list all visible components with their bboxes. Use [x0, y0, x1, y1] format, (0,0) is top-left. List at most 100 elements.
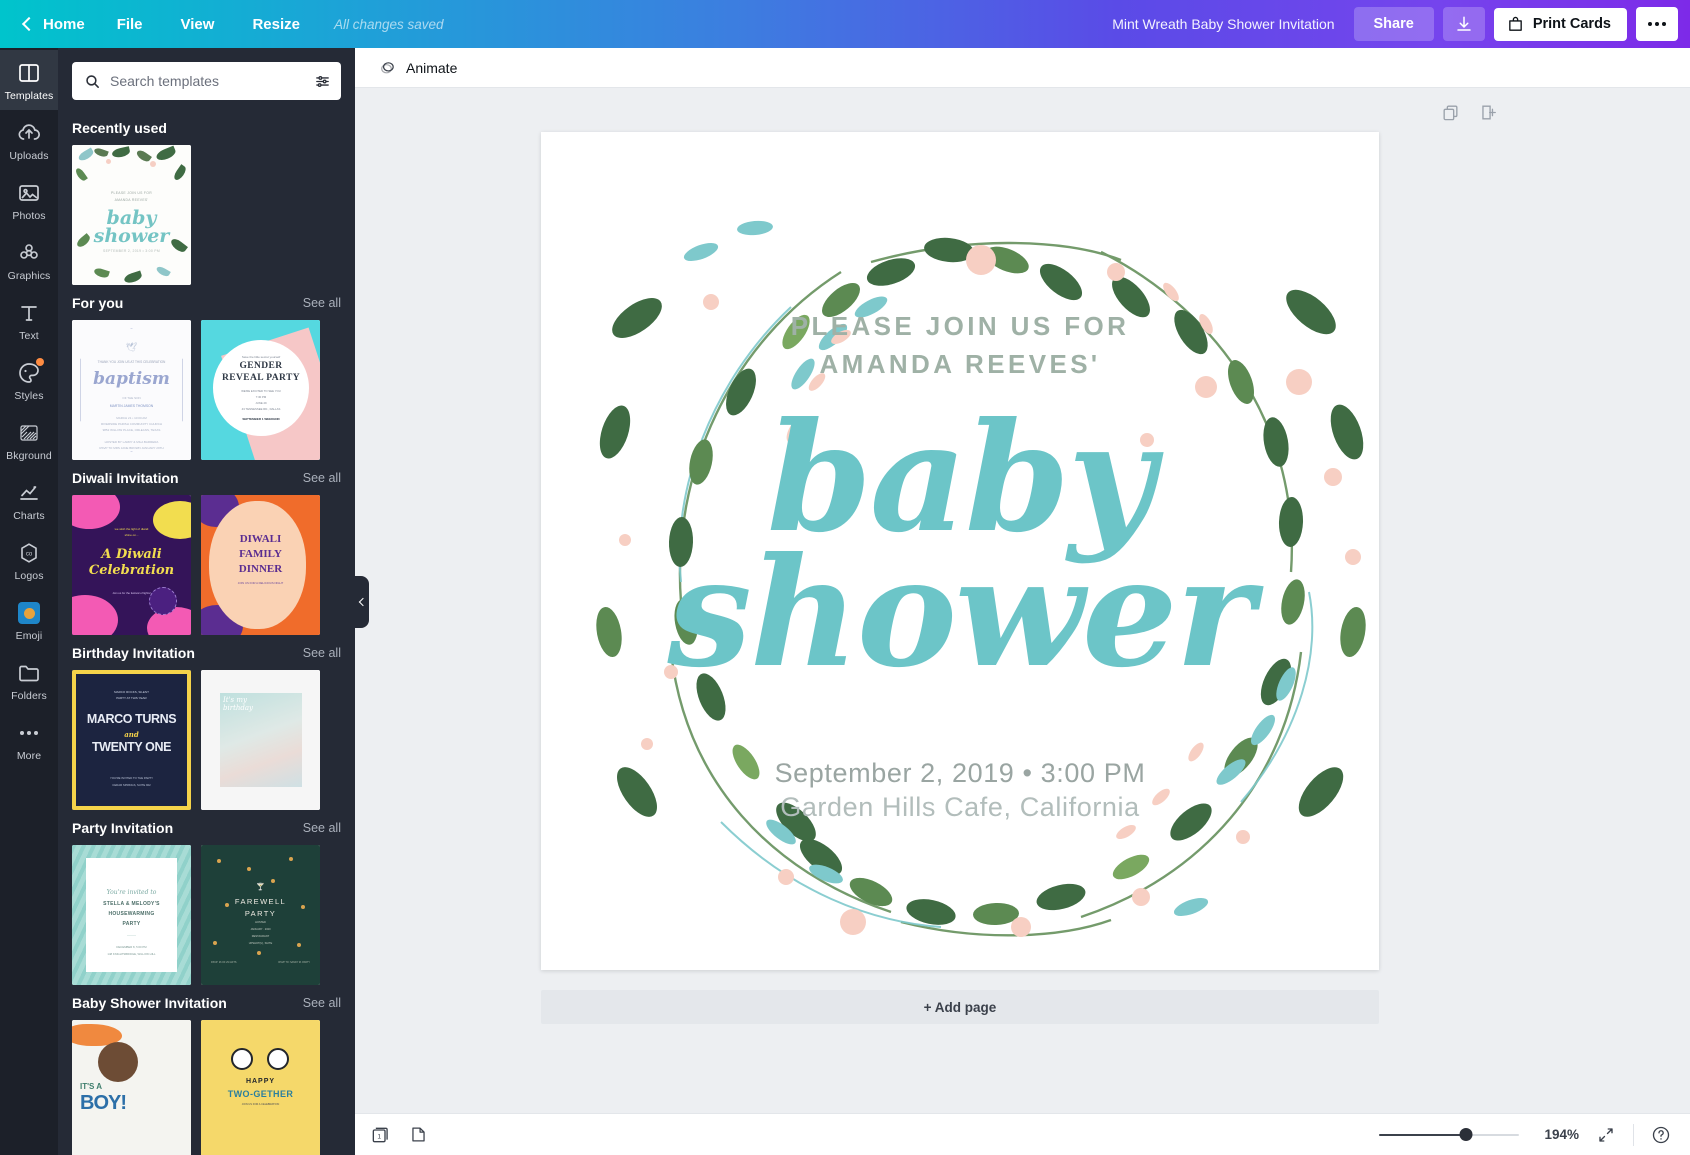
templates-scroll[interactable]: Recently used PLEASE JOIN US FOR AMANDA …	[58, 110, 355, 1155]
print-cards-button[interactable]: Print Cards	[1493, 7, 1627, 41]
help-button[interactable]	[1650, 1124, 1672, 1146]
sidebar-label-logos: Logos	[14, 570, 44, 582]
animate-button[interactable]: Animate	[369, 53, 467, 83]
template-row-party: You're invited to STELLA & MELODY'S HOUS…	[72, 845, 341, 985]
text-icon	[21, 306, 37, 321]
menu-view[interactable]: View	[163, 9, 233, 40]
thumb-title1: MARCO TURNS	[86, 712, 177, 726]
sidebar-item-templates[interactable]: Templates	[0, 50, 58, 110]
design-page[interactable]: PLEASE JOIN US FOR AMANDA REEVES' baby s…	[541, 132, 1379, 970]
see-all-baby-shower[interactable]: See all	[303, 996, 341, 1010]
template-thumb-baptism[interactable]: 🕊 THANK YOU JOIN US AT THIS CELEBRATION …	[72, 320, 191, 460]
sidebar-item-background[interactable]: Bkground	[0, 410, 58, 470]
search-icon	[86, 74, 99, 88]
sidebar-item-styles[interactable]: Styles	[0, 350, 58, 410]
template-thumb-diwali-celebration[interactable]: we wish the light of diwali shine on... …	[72, 495, 191, 635]
template-thumb-mint-wreath[interactable]: PLEASE JOIN US FOR AMANDA REEVES' baby s…	[72, 145, 191, 285]
thumb-title1: IT'S A	[80, 1082, 103, 1091]
section-title: For you	[72, 295, 124, 311]
template-thumb-farewell-party[interactable]: 🍸 FAREWELL PARTY HOSTED JANUARY · 2020 R…	[201, 845, 320, 985]
bottom-toolbar: 1 194%	[355, 1113, 1690, 1155]
canvas-area: PLEASE JOIN US FOR AMANDA REEVES' baby s…	[355, 88, 1690, 1113]
page-manager-button[interactable]: 1	[369, 1124, 391, 1146]
notes-button[interactable]	[407, 1124, 429, 1146]
thumb-mid: and	[124, 730, 139, 739]
export-page-button[interactable]	[1476, 100, 1500, 124]
download-button[interactable]	[1442, 7, 1485, 41]
thumb-footer: SEPTEMBER 1 WEEKEND	[242, 417, 280, 421]
svg-text:1: 1	[377, 1133, 381, 1140]
design-datetime[interactable]: September 2, 2019 • 3:00 PM	[541, 754, 1379, 793]
sidebar-item-graphics[interactable]: Graphics	[0, 230, 58, 290]
template-thumb-happy-two-gether[interactable]: HAPPY TWO-GETHER JOIN US FOR A CELEBRATI…	[201, 1020, 320, 1155]
svg-text:co: co	[26, 551, 33, 557]
more-options-button[interactable]	[1636, 7, 1678, 41]
row-next-arrow-birthday[interactable]	[310, 727, 320, 753]
sidebar-label-uploads: Uploads	[9, 150, 49, 162]
sidebar-item-charts[interactable]: Charts	[0, 470, 58, 530]
sidebar-label-graphics: Graphics	[7, 270, 51, 282]
panel-collapse-handle[interactable]	[355, 575, 369, 628]
sidebar-item-emoji[interactable]: Emoji	[0, 590, 58, 650]
zoom-value[interactable]: 194%	[1535, 1127, 1579, 1142]
see-all-for-you[interactable]: See all	[303, 296, 341, 310]
animate-icon	[381, 61, 394, 73]
template-thumb-housewarming[interactable]: You're invited to STELLA & MELODY'S HOUS…	[72, 845, 191, 985]
see-all-birthday[interactable]: See all	[303, 646, 341, 660]
see-all-party[interactable]: See all	[303, 821, 341, 835]
sidebar-item-more[interactable]: More	[0, 710, 58, 770]
design-script-title[interactable]: baby shower	[541, 403, 1379, 687]
filter-sliders-icon[interactable]	[314, 73, 331, 90]
row-next-arrow-diwali[interactable]	[310, 552, 320, 578]
row-next-arrow-party[interactable]	[310, 902, 320, 928]
row-next-arrow-for-you[interactable]	[310, 377, 320, 403]
document-title[interactable]: Mint Wreath Baby Shower Invitation	[1112, 16, 1334, 32]
duplicate-page-button[interactable]	[1438, 100, 1462, 124]
search-box[interactable]	[72, 62, 341, 100]
sidebar-label-background: Bkground	[6, 450, 52, 462]
zoom-slider[interactable]	[1379, 1128, 1519, 1142]
menu-file[interactable]: File	[99, 9, 161, 40]
search-input[interactable]	[110, 73, 305, 89]
template-thumb-diwali-dinner[interactable]: DIWALI FAMILY DINNER JOIN US FOR A DELIC…	[201, 495, 320, 635]
see-all-diwali[interactable]: See all	[303, 471, 341, 485]
bottom-toolbar-left: 1	[369, 1124, 429, 1146]
sidebar-item-logos[interactable]: co Logos	[0, 530, 58, 590]
print-bag-icon	[1508, 16, 1522, 31]
context-toolbar: Animate	[355, 48, 1690, 88]
row-next-arrow-baby-shower[interactable]	[310, 1077, 320, 1103]
logos-icon: co	[21, 543, 37, 563]
template-thumb-its-my-birthday[interactable]: It's my birthday	[201, 670, 320, 810]
sidebar-item-photos[interactable]: Photos	[0, 170, 58, 230]
design-location[interactable]: Garden Hills Cafe, California	[541, 792, 1379, 823]
fullscreen-button[interactable]	[1595, 1124, 1617, 1146]
thumb-title1: STELLA & MELODY'S	[103, 901, 160, 907]
template-thumb-marco-turns[interactable]: MARCO ROCKS, SILENT PARTY AT THIS YEAR M…	[72, 670, 191, 810]
help-circle-icon	[1652, 1126, 1670, 1143]
sidebar-item-folders[interactable]: Folders	[0, 650, 58, 710]
top-toolbar: Home File View Resize All changes saved …	[0, 0, 1690, 48]
canva-editor: Home File View Resize All changes saved …	[0, 0, 1690, 1155]
zoom-slider-knob[interactable]	[1459, 1128, 1473, 1141]
emoji-icon	[17, 601, 41, 625]
home-button[interactable]: Home	[14, 10, 97, 39]
thumb-title3: DINNER	[238, 563, 283, 575]
sidebar-item-uploads[interactable]: Uploads	[0, 110, 58, 170]
design-header[interactable]: PLEASE JOIN US FOR AMANDA REEVES'	[541, 308, 1379, 384]
thumb-title2: TWENTY ONE	[91, 740, 172, 754]
template-thumb-its-a-boy[interactable]: IT'S A BOY!	[72, 1020, 191, 1155]
template-thumb-gender-reveal[interactable]: Save the little secret yourself GENDER R…	[201, 320, 320, 460]
print-cards-label: Print Cards	[1532, 16, 1611, 32]
more-horizontal-icon	[1648, 22, 1652, 26]
add-page-button[interactable]: + Add page	[541, 990, 1379, 1024]
sidebar-item-text[interactable]: Text	[0, 290, 58, 350]
share-button[interactable]: Share	[1353, 7, 1434, 41]
sidebar-label-folders: Folders	[11, 690, 47, 702]
top-toolbar-right: Mint Wreath Baby Shower Invitation Share…	[1112, 7, 1678, 41]
top-toolbar-left: Home File View Resize All changes saved	[14, 9, 444, 40]
thumb-script1: baptism	[93, 369, 170, 389]
menu-resize[interactable]: Resize	[234, 9, 318, 40]
editor-area: Animate PLEASE JOIN US FOR AMANDA REEVES…	[355, 48, 1690, 1155]
sidebar-label-text: Text	[19, 330, 39, 342]
thumb-title2: REVEAL PARTY	[222, 373, 300, 383]
